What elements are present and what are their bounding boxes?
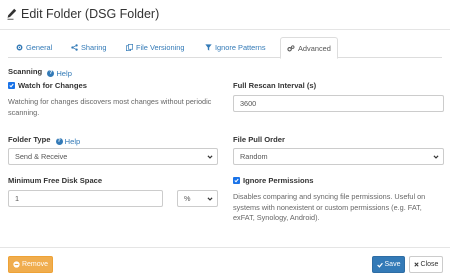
tab-advanced-label: Advanced (298, 43, 331, 53)
rescan-interval-label: Full Rescan Interval (s) (233, 81, 317, 90)
min-disk-space-input[interactable]: 1 (8, 190, 163, 207)
folder-type-help-link[interactable]: ? Help (55, 137, 81, 146)
tab-file-versioning[interactable]: File Versioning (120, 37, 190, 58)
check-icon (376, 262, 383, 268)
chevron-down-icon (207, 155, 213, 159)
min-disk-unit-value: % (184, 194, 191, 203)
ignore-permissions-checkbox[interactable]: Ignore Permissions (233, 176, 313, 185)
tab-bar: General Sharing File Versioning Ignore P… (8, 37, 442, 59)
save-button-label: Save (384, 261, 401, 268)
tab-sharing[interactable]: Sharing (65, 37, 112, 58)
pencil-icon (7, 8, 17, 20)
watch-for-changes-description: Watching for changes discovers most chan… (8, 97, 212, 117)
question-icon: ? (55, 138, 63, 145)
checkbox-checked-icon (8, 82, 15, 89)
min-disk-unit-select[interactable]: % (177, 190, 218, 207)
tab-general[interactable]: General (10, 37, 58, 58)
remove-button-label: Remove (21, 261, 49, 268)
remove-button[interactable]: Remove (8, 256, 53, 273)
tab-file-versioning-label: File Versioning (136, 43, 185, 52)
ignore-permissions-label: Ignore Permissions (243, 176, 314, 185)
folder-type-value: Send & Receive (15, 152, 68, 161)
watch-for-changes-checkbox[interactable]: Watch for Changes (8, 81, 87, 90)
close-button[interactable]: Close (409, 256, 443, 273)
folder-type-help-text: Help (64, 137, 81, 146)
file-pull-order-value: Random (240, 152, 268, 161)
scanning-help-text: Help (56, 69, 72, 78)
folder-type-label: Folder Type ? Help (8, 135, 80, 146)
share-icon (71, 44, 78, 51)
tab-ignore-patterns-label: Ignore Patterns (215, 43, 266, 52)
gear-icon (16, 44, 23, 51)
rescan-interval-input[interactable]: 3600 (233, 95, 444, 112)
gears-icon (287, 44, 295, 51)
footer-divider (0, 247, 450, 248)
checkbox-checked-icon (233, 177, 240, 184)
file-pull-order-select[interactable]: Random (233, 148, 444, 165)
filter-icon (205, 44, 212, 51)
close-icon (413, 262, 419, 267)
dialog-header: Edit Folder (DSG Folder) (0, 0, 450, 30)
tab-advanced[interactable]: Advanced (280, 37, 338, 59)
chevron-down-icon (207, 197, 213, 201)
min-disk-space-label: Minimum Free Disk Space (8, 176, 103, 185)
folder-type-select[interactable]: Send & Receive (8, 148, 218, 165)
ignore-permissions-description: Disables comparing and syncing file perm… (233, 192, 426, 222)
minus-circle-icon (13, 261, 20, 268)
watch-for-changes-label: Watch for Changes (18, 81, 87, 90)
question-icon: ? (47, 70, 55, 77)
tab-ignore-patterns[interactable]: Ignore Patterns (199, 37, 272, 58)
scanning-title: Scanning (8, 67, 43, 76)
dialog-title: Edit Folder (DSG Folder) (21, 7, 160, 21)
scanning-help-link[interactable]: ? Help (47, 69, 72, 78)
chevron-down-icon (433, 155, 439, 159)
folder-type-title: Folder Type (8, 135, 51, 144)
close-button-label: Close (420, 261, 439, 268)
scanning-label: Scanning ? Help (8, 67, 72, 78)
save-button[interactable]: Save (372, 256, 405, 273)
tab-general-label: General (26, 43, 53, 52)
copy-icon (126, 44, 133, 51)
tab-sharing-label: Sharing (81, 43, 107, 52)
file-pull-order-label: File Pull Order (233, 135, 285, 144)
